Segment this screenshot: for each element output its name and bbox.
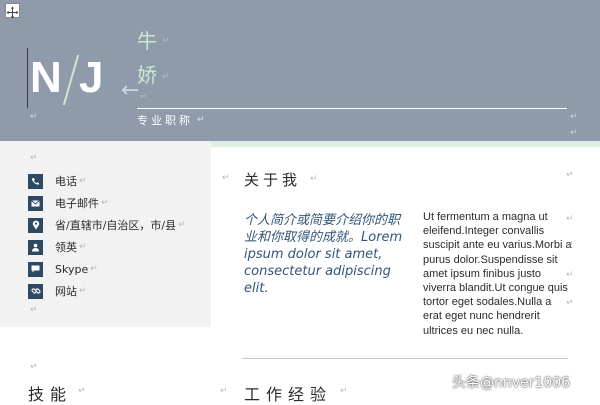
- contact-label: Skype: [55, 262, 89, 276]
- contact-label: 省/直辖市/自治区，市/县: [55, 219, 177, 232]
- name-line-2[interactable]: 娇: [137, 63, 157, 87]
- contact-item-phone[interactable]: 电话 ↵: [28, 172, 87, 190]
- contact-item-linkedin[interactable]: 领英 ↵: [28, 238, 87, 256]
- table-move-handle[interactable]: [5, 3, 20, 19]
- paragraph-mark: ↵: [30, 362, 38, 372]
- paragraph-mark: ↵: [566, 298, 574, 308]
- paragraph-mark: ↵: [222, 173, 230, 183]
- paragraph-mark: ↵: [340, 386, 348, 396]
- paragraph-mark: ↵: [30, 305, 38, 315]
- paragraph-mark: ↵: [79, 242, 87, 252]
- monogram-first-initial: N: [30, 53, 62, 102]
- linkedin-icon: [28, 239, 43, 255]
- contact-item-website[interactable]: 网站 ↵: [28, 282, 87, 300]
- location-icon: [28, 217, 43, 233]
- monogram[interactable]: N J: [28, 50, 108, 108]
- name-line-1[interactable]: 牛: [137, 29, 157, 53]
- paragraph-mark: ↵: [79, 286, 87, 296]
- watermark: 头条@nnver1006: [452, 372, 570, 392]
- contact-label: 电话: [55, 175, 77, 188]
- section-divider: [242, 358, 568, 359]
- move-icon: [6, 6, 19, 19]
- link-icon: [28, 283, 43, 299]
- contact-item-email[interactable]: 电子邮件 ↵: [28, 194, 109, 212]
- contact-item-location[interactable]: 省/直辖市/自治区，市/县 ↵: [28, 216, 186, 234]
- monogram-divider: [62, 54, 80, 106]
- skills-heading[interactable]: 技能: [28, 381, 72, 405]
- paragraph-mark: ↵: [90, 264, 98, 274]
- email-icon: [28, 195, 43, 211]
- paragraph-mark: ↵: [197, 115, 205, 125]
- work-experience-heading[interactable]: 工作经验: [244, 381, 332, 405]
- paragraph-mark: ↵: [162, 72, 170, 82]
- paragraph-mark: ↵: [140, 92, 148, 102]
- resume-header: N J ← 牛 ↵ 娇 ↵ ↵ 专业职称 ↵ ↵ ↵ ↵: [0, 0, 600, 141]
- phone-icon: [28, 173, 43, 189]
- skype-icon: [28, 261, 43, 277]
- title-divider: [137, 108, 567, 109]
- watermark-text: 头条@nnver1006: [452, 375, 571, 391]
- about-body[interactable]: Ut fermentum a magna ut eleifend.Integer…: [423, 210, 573, 338]
- paragraph-mark: ↵: [566, 214, 574, 224]
- paragraph-mark: ↵: [310, 174, 318, 184]
- paragraph-mark: ↵: [566, 240, 574, 250]
- contact-item-skype[interactable]: Skype ↵: [28, 260, 98, 278]
- paragraph-mark: ↵: [570, 128, 578, 138]
- paragraph-mark: ↵: [78, 386, 86, 396]
- paragraph-mark: ↵: [220, 386, 228, 396]
- paragraph-mark: ↵: [101, 198, 109, 208]
- paragraph-mark: ↵: [566, 170, 574, 180]
- contact-label: 领英: [55, 241, 77, 254]
- paragraph-mark: ↵: [162, 36, 170, 46]
- job-title[interactable]: 专业职称: [137, 112, 193, 128]
- accent-stripe: [211, 141, 600, 147]
- paragraph-mark: ↵: [30, 153, 38, 163]
- contact-label: 网站: [55, 285, 77, 298]
- about-intro[interactable]: 个人简介或简要介绍你的职业和你取得的成就。Lorem ipsum dolor s…: [244, 212, 412, 297]
- paragraph-mark: ↵: [178, 220, 186, 230]
- paragraph-mark: ↵: [570, 112, 578, 122]
- monogram-second-initial: J: [79, 53, 104, 102]
- paragraph-mark: ↵: [79, 176, 87, 186]
- paragraph-mark: ↵: [566, 270, 574, 280]
- paragraph-mark: ↵: [30, 112, 38, 122]
- about-heading[interactable]: 关于我: [244, 169, 301, 190]
- contact-label: 电子邮件: [55, 197, 99, 210]
